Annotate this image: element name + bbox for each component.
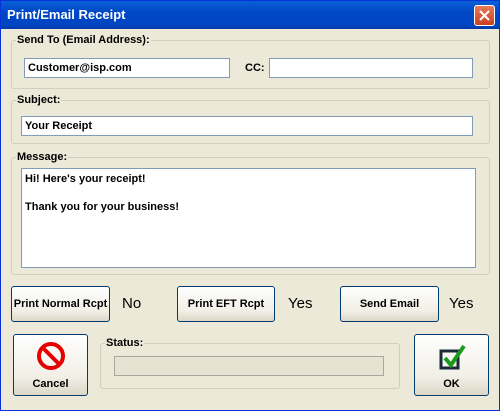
checkmark-icon <box>439 344 466 370</box>
send-email-button[interactable]: Send Email <box>340 286 439 322</box>
subject-legend: Subject: <box>17 94 61 106</box>
status-display <box>114 356 384 376</box>
ok-button[interactable]: OK <box>414 334 489 396</box>
status-legend: Status: <box>106 337 144 349</box>
cc-label: CC: <box>245 62 265 74</box>
print-eft-value: Yes <box>288 295 313 312</box>
send-to-legend: Send To (Email Address): <box>17 34 150 46</box>
message-textarea[interactable]: Hi! Here's your receipt! Thank you for y… <box>21 168 476 268</box>
print-eft-receipt-button[interactable]: Print EFT Rcpt <box>177 286 275 322</box>
title-bar: Print/Email Receipt <box>1 1 499 29</box>
cc-field[interactable] <box>269 58 473 78</box>
send-email-value: Yes <box>449 295 474 312</box>
print-normal-receipt-button[interactable]: Print Normal Rcpt <box>11 286 110 322</box>
email-field[interactable] <box>24 58 230 78</box>
cancel-label: Cancel <box>32 378 69 390</box>
no-entry-icon <box>37 342 65 370</box>
window-title: Print/Email Receipt <box>7 7 126 22</box>
subject-field[interactable] <box>21 116 473 136</box>
message-legend: Message: <box>17 151 68 163</box>
cancel-button[interactable]: Cancel <box>13 334 88 396</box>
dialog-window: Print/Email Receipt Send To (Email Addre… <box>0 0 500 411</box>
close-icon <box>479 10 490 21</box>
print-normal-value: No <box>122 295 142 312</box>
close-button[interactable] <box>474 5 495 26</box>
ok-label: OK <box>443 378 460 390</box>
